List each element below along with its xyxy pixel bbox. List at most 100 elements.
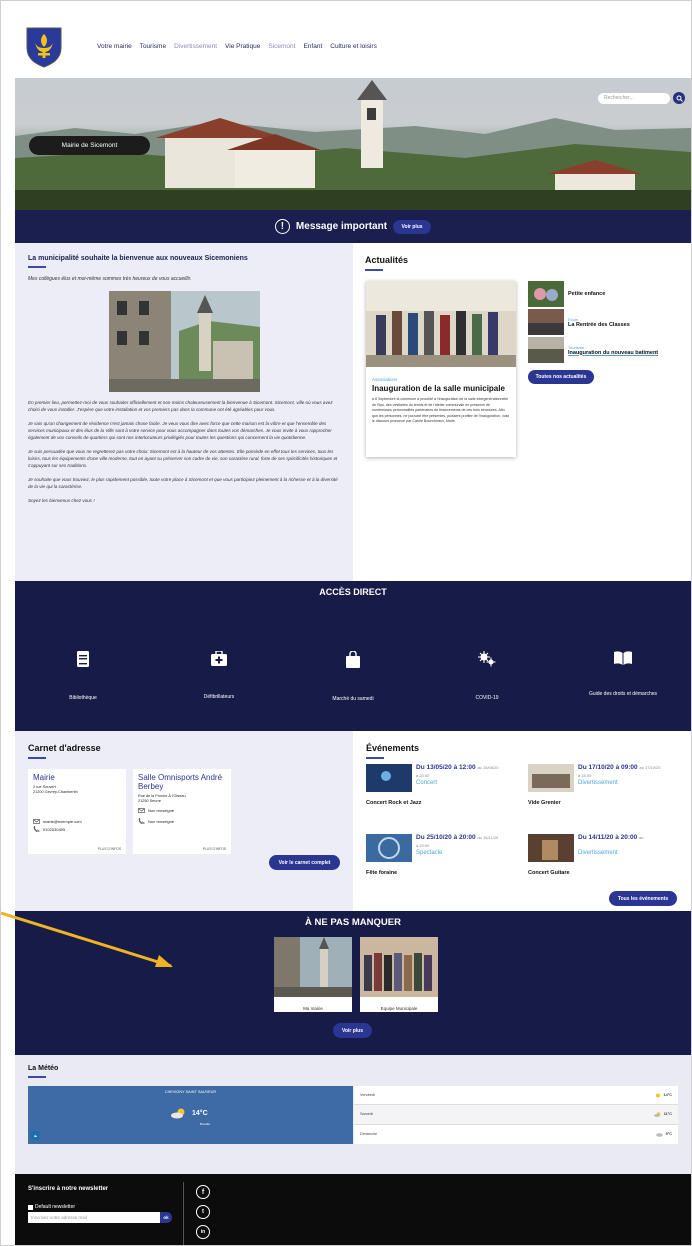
event-category: Divertissement <box>578 850 618 856</box>
search-button[interactable] <box>673 92 685 104</box>
do-not-miss-card-mairie[interactable]: Ma mairie <box>274 937 352 1012</box>
access-item-covid[interactable]: COVID-19 <box>427 651 547 702</box>
event-title[interactable]: Vide Grenier <box>528 800 561 806</box>
website: Votre mairie Tourisme Divertissement Vie… <box>15 15 691 1245</box>
twitter-icon[interactable]: t <box>196 1205 210 1219</box>
featured-news-title[interactable]: Inauguration de la salle municipale <box>372 384 516 393</box>
mairie-label[interactable]: Mairie de Sicemont <box>29 136 150 155</box>
direct-access-section: ACCÈS DIRECT Bibliothèque Défibrillateur… <box>15 581 691 731</box>
address-email-row: Non renseigné <box>138 808 226 813</box>
newsletter-email-input[interactable]: Inscrivez votre adresse mail <box>28 1212 160 1223</box>
nav-item-vie-pratique[interactable]: Vie Pratique <box>225 43 260 50</box>
event-date[interactable]: Du 14/11/20 à 20:00 au <box>578 834 644 841</box>
newsletter-footer: S'inscrire à notre newsletter Default ne… <box>15 1174 691 1245</box>
nav-item-votre-mairie[interactable]: Votre mairie <box>97 43 132 50</box>
checkbox-box[interactable] <box>28 1204 33 1210</box>
newsletter-submit-button[interactable]: ok <box>160 1212 172 1223</box>
address-card-mairie[interactable]: Mairie 2 rue Souvert 21200 Gevrey-Chambe… <box>28 769 126 854</box>
news-item[interactable]: Ecole La Rentrée des Classes <box>528 309 630 335</box>
event-title[interactable]: Concert Guitare <box>528 870 570 876</box>
address-city: 21250 Seurre <box>138 799 162 803</box>
newsletter-checkbox[interactable]: Default newsletter <box>28 1204 75 1210</box>
search-input[interactable]: Rechercher... <box>598 92 670 104</box>
more-info-link[interactable]: PLUS D'INFOS <box>98 847 121 851</box>
search-icon <box>676 95 683 102</box>
event-photo <box>366 764 412 792</box>
featured-news-text: a 8 Septembre la commune à procédé à l'i… <box>372 397 510 423</box>
welcome-paragraph-1: En premier lieu, permettez-moi de vous s… <box>28 400 333 412</box>
event-date[interactable]: Du 13/05/20 à 12:00 au 15/06/20 <box>416 764 499 771</box>
open-book-icon <box>614 651 632 665</box>
address-name[interactable]: Salle Omnisports André Berbey <box>138 773 226 791</box>
forecast-temp: 11°C <box>663 1112 672 1117</box>
full-address-book-button[interactable]: Voir le carnet complet <box>269 855 340 870</box>
forecast-temp: 9°C <box>665 1132 672 1137</box>
event-title[interactable]: Fête foraine <box>366 870 397 876</box>
forecast-row: Vendredi 14°C <box>354 1086 678 1106</box>
event-date[interactable]: Du 25/10/20 à 20:00 au 15/11/20 <box>416 834 498 841</box>
weather-section: La Météo CHEVIGNY SAINT SAUVEUR 14°C Bro… <box>15 1055 691 1174</box>
event-date[interactable]: Du 17/10/20 à 09:00 au 17/10/20 <box>578 764 661 771</box>
news-item-label[interactable]: Inauguration du nouveau batiment <box>568 350 658 356</box>
address-email[interactable]: mairie@exemple.com <box>43 819 82 824</box>
forecast-row: Samedi 11°C <box>354 1105 678 1125</box>
message-more-button[interactable]: Voir plus <box>393 219 432 234</box>
address-phone-row: Non renseigné <box>138 818 226 824</box>
address-book-panel: Carnet d'adresse Mairie 2 rue Souvert 21… <box>15 731 353 911</box>
news-item[interactable]: Petite enfance <box>528 281 605 307</box>
event-title[interactable]: Concert Rock et Jazz <box>366 800 421 806</box>
linkedin-icon[interactable]: in <box>196 1225 210 1239</box>
event-hour: à 18:00 <box>578 773 592 778</box>
events-panel: Événements Du 13/05/20 à 12:00 au 15/06/… <box>353 731 691 911</box>
forecast-day: Dimanche <box>360 1132 378 1137</box>
address-book-title: Carnet d'adresse <box>28 743 101 753</box>
address-name[interactable]: Mairie <box>33 773 121 782</box>
access-item-defibrillateurs[interactable]: Défibrillateurs <box>159 650 279 701</box>
welcome-paragraph-2: Je sais qu'un changement de résidence n'… <box>28 421 332 440</box>
nav-item-enfant[interactable]: Enfant <box>303 43 322 50</box>
news-item-label[interactable]: Petite enfance <box>568 291 605 297</box>
important-message-bar: ! Message important Voir plus <box>15 210 691 243</box>
access-item-guide[interactable]: Guide des droits et démarches <box>563 651 683 698</box>
do-not-miss-card-equipe[interactable]: Equipe Municipale <box>360 937 438 1012</box>
access-item-bibliotheque[interactable]: Bibliothèque <box>23 651 143 702</box>
weather-current: CHEVIGNY SAINT SAUVEUR 14°C Brouillé ⛅ <box>28 1086 353 1144</box>
event-photo <box>528 764 574 792</box>
access-item-label: Défibrillateurs <box>203 694 235 700</box>
forecast-day: Vendredi <box>360 1093 375 1098</box>
exclamation-icon: ! <box>274 219 290 234</box>
facebook-icon[interactable]: f <box>196 1185 210 1199</box>
checkbox-label: Default newsletter <box>35 1204 76 1210</box>
hero-banner: Rechercher... Mairie de Sicemont <box>15 78 691 210</box>
address-email-row: mairie@exemple.com <box>33 819 121 824</box>
featured-news-card[interactable]: Associations Inauguration de la salle mu… <box>366 281 516 457</box>
news-item-label[interactable]: La Rentrée des Classes <box>568 322 630 328</box>
event-photo <box>366 834 412 862</box>
events-title: Événements <box>366 743 420 753</box>
newsletter-title: S'inscrire à notre newsletter <box>28 1186 109 1192</box>
see-more-button[interactable]: Voir plus <box>333 1023 372 1038</box>
weather-title: La Météo <box>28 1065 59 1072</box>
address-card-salle[interactable]: Salle Omnisports André Berbey Rue de la … <box>133 769 231 854</box>
crest-logo[interactable] <box>25 26 63 68</box>
more-info-link[interactable]: PLUS D'INFOS <box>203 847 226 851</box>
address-phone[interactable]: 0102030405 <box>43 827 65 832</box>
cloud-icon <box>655 1132 663 1137</box>
title-underline <box>365 269 383 271</box>
church-street-photo <box>109 291 260 392</box>
all-news-button[interactable]: Toutes nos actualités <box>528 370 594 384</box>
news-item[interactable]: Tourisme Inauguration du nouveau batiment <box>528 337 658 363</box>
welcome-intro: Mes collègues élus et moi-même sommes tr… <box>28 276 192 282</box>
nav-item-tourisme[interactable]: Tourisme <box>140 43 166 50</box>
event-photo <box>528 834 574 862</box>
nav-item-sicemont[interactable]: Sicemont <box>268 43 295 50</box>
nav-item-culture-loisirs[interactable]: Culture et loisirs <box>330 43 377 50</box>
access-item-marche[interactable]: Marché du samedi <box>293 650 413 703</box>
nav-item-divertissement[interactable]: Divertissement <box>174 43 217 50</box>
event-hour: à 23:00 <box>416 773 430 778</box>
event-hour: à 23:00 <box>416 843 430 848</box>
welcome-title: La municipalité souhaite la bienvenue au… <box>28 255 248 262</box>
access-item-label: Bibliothèque <box>69 695 97 701</box>
mail-icon <box>138 808 145 813</box>
all-events-button[interactable]: Tous les événements <box>609 891 677 906</box>
